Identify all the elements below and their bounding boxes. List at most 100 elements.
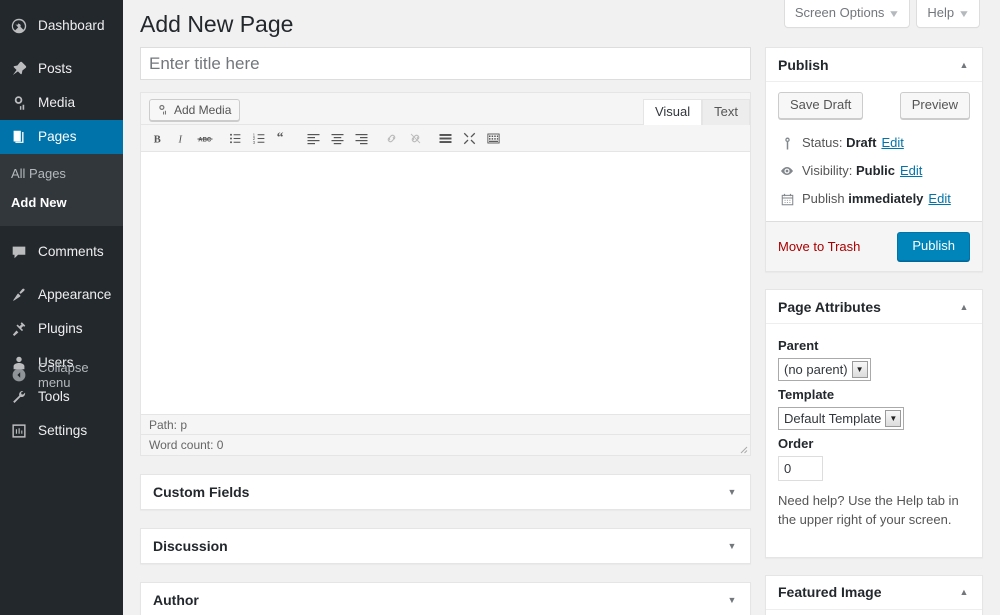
submenu-item-add-new[interactable]: Add New xyxy=(0,189,123,218)
help-button[interactable]: Help ▼ xyxy=(916,0,980,29)
toolbar-insert-more-tag[interactable] xyxy=(434,127,456,149)
sidebar-item-posts[interactable]: Posts xyxy=(0,52,123,86)
metabox-featured-image: Featured Image ▲ Set featured image xyxy=(765,574,983,615)
comments-icon xyxy=(9,242,29,262)
calendar-icon xyxy=(778,190,796,208)
add-media-button[interactable]: Add Media xyxy=(149,99,241,121)
metabox-page-attributes-header[interactable]: Page Attributes ▲ xyxy=(766,290,982,324)
submenu-item-all-pages[interactable]: All Pages xyxy=(0,160,123,189)
sidebar-item-comments[interactable]: Comments xyxy=(0,235,123,269)
pages-submenu: All Pages Add New xyxy=(0,154,123,226)
side-metabox-container: Publish ▲ Save Draft Preview Status: Dra… xyxy=(765,47,983,615)
metabox-discussion-header[interactable]: Discussion ▼ xyxy=(141,529,750,563)
edit-visibility-link[interactable]: Edit xyxy=(900,162,922,180)
screen-options-button[interactable]: Screen Options ▼ xyxy=(783,0,911,29)
toolbar-remove-link[interactable] xyxy=(404,127,426,149)
editor-resize-handle[interactable] xyxy=(736,442,748,454)
metabox-title: Discussion xyxy=(153,538,228,554)
metabox-title: Author xyxy=(153,592,199,608)
editor-tab-visual[interactable]: Visual xyxy=(642,99,703,125)
sidebar-item-label: Dashboard xyxy=(38,18,105,34)
chevron-down-icon[interactable]: ▼ xyxy=(724,538,740,554)
template-select-value: Default Template xyxy=(784,411,882,426)
sidebar-item-label: Media xyxy=(38,95,76,111)
sidebar-item-appearance[interactable]: Appearance xyxy=(0,278,123,312)
metabox-author-header[interactable]: Author ▼ xyxy=(141,583,750,615)
chevron-down-icon[interactable]: ▼ xyxy=(724,484,740,500)
menu-spacer-1 xyxy=(0,43,123,52)
chevron-up-icon[interactable]: ▲ xyxy=(956,299,972,315)
post-editor: Add Media Visual Text B I ABC 1 2 3 “ Pa… xyxy=(140,92,751,456)
featured-image-inside: Set featured image xyxy=(766,610,982,615)
toolbar-align-left[interactable] xyxy=(302,127,324,149)
toolbar-italic[interactable]: I xyxy=(170,127,192,149)
edit-schedule-link[interactable]: Edit xyxy=(928,190,950,208)
preview-button[interactable]: Preview xyxy=(899,92,970,119)
toolbar-distraction-free[interactable] xyxy=(458,127,480,149)
parent-select[interactable]: (no parent) ▼ xyxy=(778,358,871,381)
plugins-icon xyxy=(9,319,29,339)
admin-sidebar: Dashboard Posts Media Pages All Pages Ad… xyxy=(0,0,131,615)
metabox-publish: Publish ▲ Save Draft Preview Status: Dra… xyxy=(765,47,983,272)
svg-text:“: “ xyxy=(276,131,283,145)
metabox-page-attributes: Page Attributes ▲ Parent (no parent) ▼ T… xyxy=(765,289,983,558)
svg-text:I: I xyxy=(177,134,182,145)
editor-media-buttons: Add Media Visual Text xyxy=(141,93,750,125)
metabox-title: Publish xyxy=(778,56,829,73)
add-media-label: Add Media xyxy=(174,103,232,117)
sidebar-item-plugins[interactable]: Plugins xyxy=(0,312,123,346)
publish-button[interactable]: Publish xyxy=(897,232,970,261)
chevron-up-icon[interactable]: ▲ xyxy=(956,584,972,600)
toolbar-kitchen-sink[interactable] xyxy=(482,127,504,149)
toolbar-unordered-list[interactable] xyxy=(224,127,246,149)
post-title-input[interactable] xyxy=(140,47,751,80)
main-content: Screen Options▼ Help▼ Add New Page Add M… xyxy=(123,0,1000,615)
visibility-label: Visibility: xyxy=(802,163,853,178)
move-to-trash-link[interactable]: Move to Trash xyxy=(778,239,860,254)
toolbar-ordered-list[interactable]: 123 xyxy=(248,127,270,149)
sidebar-item-label: Settings xyxy=(38,422,88,438)
toolbar-strikethrough[interactable]: ABC xyxy=(194,127,216,149)
screen-meta-links: Screen Options ▼ Help ▼ xyxy=(783,0,980,29)
editor-tab-text[interactable]: Text xyxy=(702,99,750,125)
metabox-custom-fields-header[interactable]: Custom Fields ▼ xyxy=(141,475,750,509)
sidebar-item-label: Tools xyxy=(38,388,70,404)
editor-content-area[interactable] xyxy=(141,152,750,414)
sidebar-item-pages[interactable]: Pages xyxy=(0,120,131,154)
chevron-down-icon[interactable]: ▼ xyxy=(724,592,740,608)
sidebar-item-settings[interactable]: Settings xyxy=(0,414,123,448)
publish-schedule-row: Publish immediately Edit xyxy=(778,185,970,213)
sidebar-item-dashboard[interactable]: Dashboard xyxy=(0,9,123,43)
parent-label: Parent xyxy=(778,338,819,353)
edit-status-link[interactable]: Edit xyxy=(881,134,903,152)
toolbar-align-center[interactable] xyxy=(326,127,348,149)
editor-word-count-bar: Word count: 0 xyxy=(141,434,750,455)
chevron-up-icon[interactable]: ▲ xyxy=(956,57,972,73)
wordpress-admin-screen: Dashboard Posts Media Pages All Pages Ad… xyxy=(0,0,1000,615)
metabox-publish-header[interactable]: Publish ▲ xyxy=(766,48,982,82)
page-attributes-inside: Parent (no parent) ▼ Template Default Te… xyxy=(766,324,982,557)
parent-select-value: (no parent) xyxy=(784,362,848,377)
menu-spacer-top xyxy=(0,0,123,9)
toolbar-blockquote[interactable]: “ xyxy=(272,127,294,149)
metabox-featured-image-header[interactable]: Featured Image ▲ xyxy=(766,576,982,610)
template-select[interactable]: Default Template ▼ xyxy=(778,407,905,430)
post-status-row: Status: Draft Edit xyxy=(778,129,970,157)
toolbar-bold[interactable]: B xyxy=(146,127,168,149)
sidebar-item-media[interactable]: Media xyxy=(0,86,123,120)
menu-spacer-2 xyxy=(0,226,123,235)
editor-word-count: Word count: 0 xyxy=(149,438,224,452)
dashboard-icon xyxy=(9,16,29,36)
collapse-menu-button[interactable]: Collapse menu xyxy=(0,360,123,390)
screen-options-label: Screen Options xyxy=(794,5,885,20)
toolbar-insert-link[interactable] xyxy=(380,127,402,149)
editor-path-status: Path: p xyxy=(141,414,750,434)
collapse-arrow-icon xyxy=(9,365,29,385)
order-input[interactable] xyxy=(778,456,823,481)
metabox-title: Page Attributes xyxy=(778,298,881,315)
sidebar-item-label: Plugins xyxy=(38,320,83,336)
save-draft-button[interactable]: Save Draft xyxy=(778,92,864,119)
toolbar-align-right[interactable] xyxy=(350,127,372,149)
menu-spacer-3 xyxy=(0,269,123,278)
page-icon xyxy=(9,127,29,147)
